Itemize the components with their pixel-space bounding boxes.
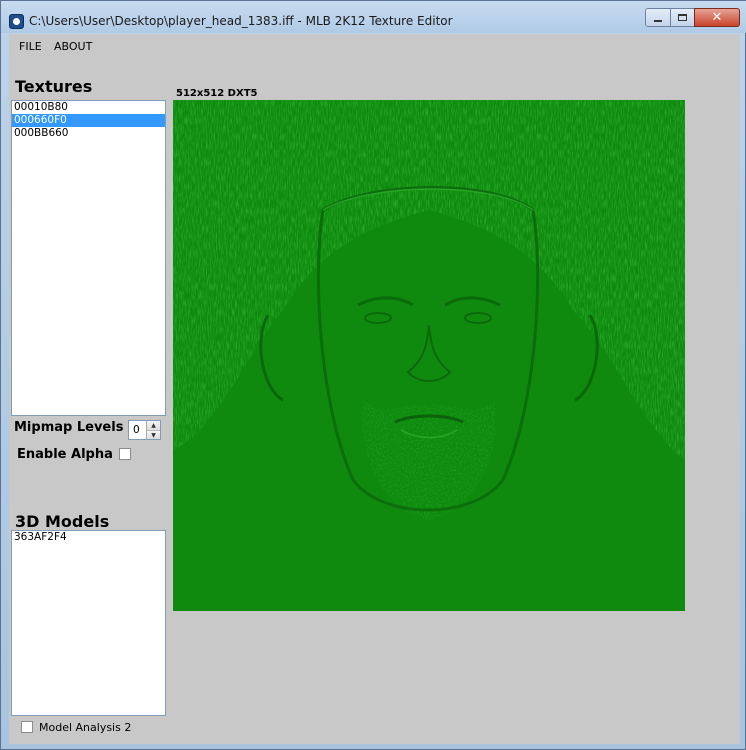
app-window: C:\Users\User\Desktop\player_head_1383.i… xyxy=(0,0,746,750)
textures-list[interactable]: 00010B80 000660F0 000BB660 xyxy=(11,100,166,416)
texture-list-item[interactable]: 00010B80 xyxy=(12,101,165,114)
title-bar[interactable]: C:\Users\User\Desktop\player_head_1383.i… xyxy=(1,1,746,33)
texture-list-item[interactable]: 000BB660 xyxy=(12,127,165,140)
model-analysis-label: Model Analysis 2 xyxy=(39,721,132,734)
minimize-icon xyxy=(654,19,662,22)
spinner-up-arrow-icon[interactable]: ▲ xyxy=(146,421,160,430)
client-area: FILE ABOUT Textures 00010B80 000660F0 000B… xyxy=(9,34,740,744)
menu-bar: FILE ABOUT xyxy=(9,34,740,60)
menu-about[interactable]: ABOUT xyxy=(54,40,92,53)
mipmap-spinner[interactable]: 0 ▲ ▼ xyxy=(128,420,161,440)
close-icon: ✕ xyxy=(711,10,723,25)
mipmap-value[interactable]: 0 xyxy=(133,424,140,436)
app-icon[interactable] xyxy=(9,14,24,29)
textures-heading: Textures xyxy=(15,77,93,96)
minimize-button[interactable] xyxy=(645,8,671,27)
maximize-icon xyxy=(678,14,687,21)
mipmap-label: Mipmap Levels xyxy=(14,420,124,435)
texture-format-caption: 512x512 DXT5 xyxy=(176,88,258,99)
texture-list-item[interactable]: 000660F0 xyxy=(12,114,165,127)
models-list[interactable]: 363AF2F4 xyxy=(11,530,166,716)
texture-image xyxy=(173,100,685,611)
texture-preview xyxy=(173,100,685,611)
enable-alpha-checkbox[interactable] xyxy=(119,448,131,460)
models-heading: 3D Models xyxy=(15,512,110,531)
close-button[interactable]: ✕ xyxy=(694,8,740,27)
enable-alpha-label: Enable Alpha xyxy=(17,447,113,462)
maximize-button[interactable] xyxy=(670,8,695,27)
model-list-item[interactable]: 363AF2F4 xyxy=(12,531,165,544)
spinner-down-arrow-icon[interactable]: ▼ xyxy=(146,430,160,439)
model-analysis-checkbox[interactable] xyxy=(21,721,33,733)
window-title: C:\Users\User\Desktop\player_head_1383.i… xyxy=(29,14,453,28)
menu-file[interactable]: FILE xyxy=(19,40,42,53)
